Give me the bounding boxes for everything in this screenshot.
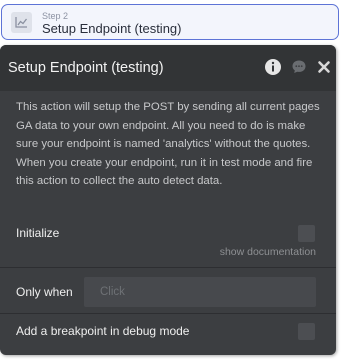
panel-header: Setup Endpoint (testing): [0, 45, 336, 91]
only-when-label: Only when: [16, 285, 73, 299]
line-chart-icon: [11, 12, 32, 33]
breakpoint-checkbox[interactable]: [298, 323, 315, 340]
breakpoint-label: Add a breakpoint in debug mode: [16, 324, 190, 338]
close-icon[interactable]: [315, 58, 333, 76]
action-description: This action will setup the POST by sendi…: [16, 101, 320, 187]
divider: [0, 267, 336, 268]
only-when-input[interactable]: Click: [84, 277, 316, 307]
divider: [0, 313, 336, 314]
info-icon[interactable]: [264, 58, 282, 76]
action-panel: Setup Endpoint (testing) This action wil…: [0, 45, 336, 355]
initialize-checkbox[interactable]: [298, 225, 315, 242]
step-title: Setup Endpoint (testing): [42, 21, 182, 36]
initialize-label: Initialize: [16, 226, 60, 240]
panel-title: Setup Endpoint (testing): [8, 60, 164, 76]
comment-icon[interactable]: [290, 58, 308, 76]
show-documentation-link[interactable]: show documentation: [220, 246, 316, 258]
step-card[interactable]: Step 2 Setup Endpoint (testing): [1, 4, 339, 40]
